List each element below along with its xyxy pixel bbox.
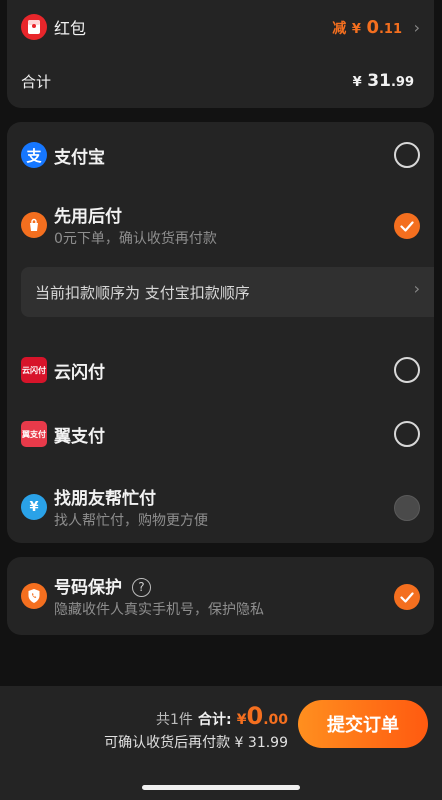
pay-later-subtitle: 0元下单，确认收货再付款 (54, 231, 217, 247)
unionpay-title: 云闪付 (54, 362, 105, 383)
checkout-total-amount: ¥0.00 (236, 702, 288, 730)
unionpay-radio[interactable] (394, 357, 420, 383)
chevron-right-icon: › (413, 17, 420, 37)
redpacket-label: 红包 (54, 19, 87, 38)
checkout-bar: 共1件 合计: ¥0.00 可确认收货后再付款 ¥ 31.99 提交订单 (0, 686, 442, 800)
payment-methods-card: 支 支付宝 先用后付 0元下单，确认收货再付款 当前扣款顺序为 支付宝扣款顺序 … (7, 122, 434, 543)
redpacket-discount: 减 ¥ 0.11 (332, 16, 402, 38)
total-label: 合计 (21, 72, 52, 91)
number-protection-card: 号码保护 ? 隐藏收件人真实手机号，保护隐私 (7, 557, 434, 635)
payment-option-unionpay[interactable]: 云闪付 云闪付 (7, 355, 434, 385)
order-summary-card: 红包 减 ¥ 0.11 › 合计 ¥ 31.99 (7, 0, 434, 108)
payment-option-friend-pay[interactable]: ¥ 找朋友帮忙付 找人帮忙付，购物更方便 (7, 482, 434, 534)
chevron-right-icon: › (413, 279, 420, 298)
shield-phone-icon (21, 583, 47, 609)
yipay-radio[interactable] (394, 421, 420, 447)
check-icon (400, 220, 414, 232)
total-amount: ¥ 31.99 (352, 71, 414, 91)
friend-pay-icon: ¥ (21, 494, 47, 520)
shopping-bag-icon (21, 212, 47, 238)
submit-order-button[interactable]: 提交订单 (298, 700, 428, 748)
redpacket-row[interactable]: 红包 减 ¥ 0.11 › (7, 12, 434, 42)
payment-option-pay-later[interactable]: 先用后付 0元下单，确认收货再付款 (7, 200, 434, 252)
redpacket-icon (21, 14, 47, 40)
number-protection-subtitle: 隐藏收件人真实手机号，保护隐私 (54, 602, 264, 618)
yipay-icon: 翼支付 (21, 421, 47, 447)
help-icon[interactable]: ? (131, 577, 151, 597)
item-count: 共1件 (156, 712, 193, 728)
alipay-title: 支付宝 (54, 147, 105, 168)
alipay-icon: 支 (21, 142, 47, 168)
pay-after-receipt-note: 可确认收货后再付款 ¥ 31.99 (104, 735, 288, 751)
alipay-radio[interactable] (394, 142, 420, 168)
friend-pay-title: 找朋友帮忙付 (54, 489, 156, 509)
number-protection-title: 号码保护 ? (54, 573, 151, 598)
deduction-order-text: 当前扣款顺序为 支付宝扣款顺序 (35, 284, 250, 302)
check-icon (400, 591, 414, 603)
friend-pay-subtitle: 找人帮忙付，购物更方便 (54, 513, 208, 529)
home-indicator (142, 785, 300, 790)
payment-option-yipay[interactable]: 翼支付 翼支付 (7, 419, 434, 449)
total-row: 合计 ¥ 31.99 (7, 66, 434, 96)
unionpay-icon: 云闪付 (21, 357, 47, 383)
pay-later-title: 先用后付 (54, 207, 122, 227)
payment-option-alipay[interactable]: 支 支付宝 (7, 140, 434, 170)
pay-later-radio[interactable] (394, 213, 420, 239)
number-protection-toggle[interactable] (394, 584, 420, 610)
number-protection-row[interactable]: 号码保护 ? 隐藏收件人真实手机号，保护隐私 (7, 571, 434, 623)
checkout-total-label: 合计: (198, 712, 232, 728)
yipay-title: 翼支付 (54, 426, 105, 447)
checkout-total: 共1件 合计: ¥0.00 (156, 702, 288, 730)
friend-pay-radio[interactable] (394, 495, 420, 521)
deduction-order-banner[interactable]: 当前扣款顺序为 支付宝扣款顺序 › (21, 267, 434, 317)
